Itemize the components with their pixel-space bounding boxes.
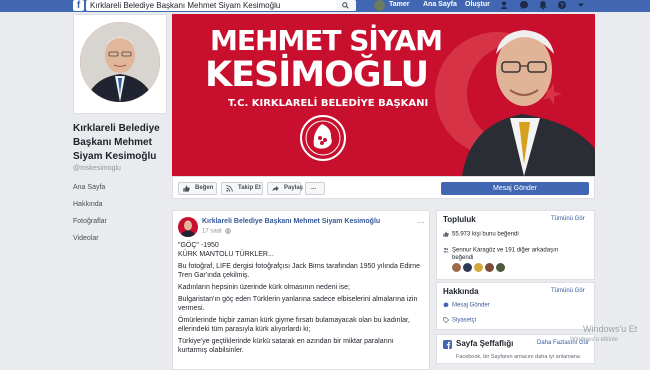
friend-avatar[interactable] — [463, 263, 472, 272]
create-link[interactable]: Oluştur — [465, 0, 490, 10]
about-category-row: Siyasetçi — [443, 317, 476, 324]
friends-like-text: Şennur Karagöz ve 191 diğer arkadaşın — [452, 247, 559, 254]
about-card: Hakkında Tümünü Gör Mesaj Gönder Siyaset… — [436, 282, 595, 330]
about-message-row[interactable]: Mesaj Gönder — [443, 302, 490, 309]
send-message-button[interactable]: Mesaj Gönder — [441, 182, 589, 195]
cover-photo[interactable]: MEHMET SİYAM KESİMOĞLU T.C. KIRKLARELİ B… — [172, 14, 595, 176]
about-see-all-link[interactable]: Tümünü Gör — [551, 288, 585, 294]
post-author-avatar[interactable] — [178, 217, 198, 237]
post-paragraph: Kadınların hepsinin üzerinde kürk olması… — [178, 284, 350, 291]
search-button[interactable] — [336, 0, 356, 11]
friend-avatars[interactable] — [452, 263, 507, 274]
messenger-icon — [443, 302, 449, 308]
cover-subtitle: T.C. KIRKLARELİ BELEDİYE BAŞKANI — [228, 98, 429, 109]
windows-activation-watermark-title: Windows'u Et — [583, 324, 638, 334]
post-paragraph: Bu fotoğraf, LIFE dergisi fotoğrafçısı J… — [178, 263, 421, 279]
facebook-logo-icon[interactable]: f — [73, 0, 84, 11]
follow-label: Takip Et — [238, 185, 261, 191]
about-category-link[interactable]: Siyasetçi — [452, 318, 476, 324]
post-timestamp[interactable]: 17 saat — [202, 228, 232, 235]
friend-avatar[interactable] — [452, 263, 461, 272]
profile-photo-portrait — [80, 22, 160, 102]
post-paragraph: Ömürlerinde hiçbir zaman kürk giyme fırs… — [178, 317, 410, 333]
community-card: Topluluk Tümünü Gör 55.973 kişi bunu beğ… — [436, 210, 595, 280]
sidebar-item-home[interactable]: Ana Sayfa — [73, 184, 173, 191]
community-see-all-link[interactable]: Tümünü Gör — [551, 216, 585, 222]
friend-avatar[interactable] — [474, 263, 483, 272]
cover-name-line1: MEHMET SİYAM — [210, 24, 443, 57]
friends-like-row: Şennur Karagöz ve 191 diğer arkadaşın — [443, 247, 558, 254]
top-navigation-bar: f Kırklareli Belediye Başkanı Mehmet Siy… — [0, 0, 650, 12]
friend-requests-icon[interactable] — [500, 0, 510, 10]
likes-count: 55.973 kişi bunu beğendi — [452, 231, 519, 238]
transparency-title: Sayfa Şeffaflığı — [456, 339, 514, 348]
about-title: Hakkında — [443, 287, 479, 296]
post-paragraph: Bulgaristan'ın göç eden Türklerin yanlar… — [178, 296, 418, 312]
cover-portrait-man — [462, 30, 595, 176]
like-button[interactable]: Beğen — [178, 182, 217, 195]
follow-button[interactable]: Takip Et — [221, 182, 263, 195]
share-button[interactable]: Paylaş — [267, 182, 304, 195]
municipality-emblem-icon — [300, 115, 346, 161]
post-time-text: 17 saat — [202, 228, 222, 235]
page-username: @mskesimoglu — [73, 165, 121, 172]
home-link[interactable]: Ana Sayfa — [423, 0, 457, 10]
message-label: Mesaj Gönder — [493, 185, 537, 192]
cover-name-line2: KESİMOĞLU — [205, 55, 429, 95]
messenger-icon[interactable] — [519, 0, 529, 10]
page-title: Kırklareli Belediye Başkanı Mehmet Siyam… — [73, 123, 160, 162]
friend-avatar[interactable] — [485, 263, 494, 272]
post-text: "GÖÇ" -1950 KÜRK MANTOLU TÜRKLER... Bu f… — [178, 241, 424, 358]
share-label: Paylaş — [284, 185, 304, 191]
user-profile-link[interactable]: Tamer — [389, 0, 410, 10]
more-options-button[interactable]: ... — [305, 182, 325, 195]
friends-like-text-line2: beğendi — [452, 255, 474, 261]
search-icon — [342, 2, 349, 9]
more-options-label: ... — [311, 185, 317, 191]
user-avatar[interactable] — [374, 0, 385, 11]
about-message-link[interactable]: Mesaj Gönder — [452, 303, 490, 309]
friends-icon — [443, 247, 449, 253]
friend-avatar[interactable] — [496, 263, 505, 272]
like-label: Beğen — [195, 185, 214, 191]
sidebar-item-about[interactable]: Hakkında — [73, 201, 173, 208]
account-menu-chevron-icon[interactable] — [576, 0, 586, 10]
sidebar-item-videos[interactable]: Videolar — [73, 235, 173, 242]
transparency-text: Facebook, bir Sayfanın amacını daha iyi … — [456, 354, 580, 360]
notifications-icon[interactable] — [538, 0, 548, 10]
post-paragraph: Türkiye'ye geçtiklerinde kürkü satarak e… — [178, 338, 394, 354]
search-input[interactable]: Kırklareli Belediye Başkanı Mehmet Siyam… — [86, 0, 356, 11]
tag-icon — [443, 317, 449, 323]
community-title: Topluluk — [443, 215, 476, 224]
profile-picture[interactable] — [73, 14, 167, 114]
sidebar-item-photos[interactable]: Fotoğraflar — [73, 218, 173, 225]
svg-text:?: ? — [560, 2, 564, 9]
post-paragraph: "GÖÇ" -1950 — [178, 242, 219, 249]
globe-icon — [225, 228, 232, 234]
share-arrow-icon — [272, 185, 279, 192]
facebook-logo-icon — [443, 340, 452, 349]
page-action-bar: Beğen Takip Et Paylaş ... Mesaj Gönder — [172, 176, 595, 199]
windows-activation-watermark-text: Windows'u etkinle — [570, 337, 618, 343]
thumbs-up-icon — [443, 231, 449, 237]
post-author-name[interactable]: Kırklareli Belediye Başkanı Mehmet Siyam… — [202, 218, 380, 225]
post-paragraph: KÜRK MANTOLU TÜRKLER... — [178, 251, 274, 258]
follow-rss-icon — [226, 185, 233, 192]
likes-count-row: 55.973 kişi bunu beğendi — [443, 231, 519, 238]
help-icon[interactable]: ? — [557, 0, 567, 10]
feed-post: Kırklareli Belediye Başkanı Mehmet Siyam… — [172, 210, 430, 370]
post-options-button[interactable]: ... — [417, 215, 425, 225]
thumbs-up-icon — [183, 185, 190, 192]
